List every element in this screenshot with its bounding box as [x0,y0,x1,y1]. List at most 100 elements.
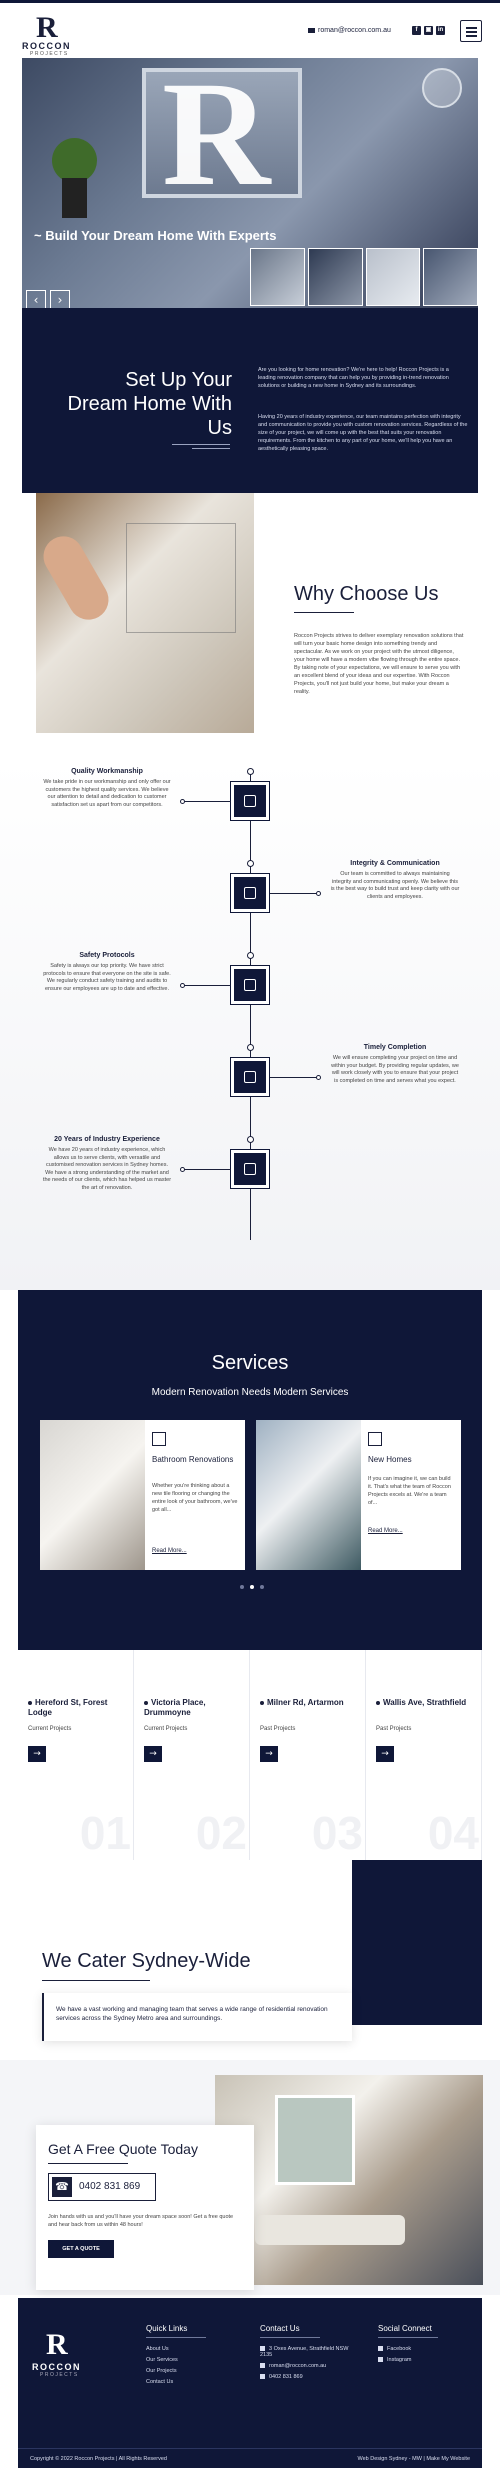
arrow-right-icon[interactable]: → [28,1746,46,1762]
timeline-dot [180,799,185,804]
hero-plant-image [52,138,97,183]
cater-text: We have a vast working and managing team… [56,2006,328,2022]
footer-link-contact[interactable]: Contact Us [146,2379,206,2385]
hero-lamp-image [422,68,462,108]
kitchen-sketch [126,523,236,633]
briefcase-icon [244,1163,256,1175]
footer-link-about[interactable]: About Us [146,2346,206,2352]
divider [378,2337,438,2338]
footer-address: 3 Oxes Avenue, Strathfield NSW 2135 [260,2346,360,2358]
sofa-image [255,2215,405,2245]
slider-dot[interactable] [240,1585,244,1589]
timeline-item: Integrity & Communication Our team is co… [330,860,460,901]
footer-link-projects[interactable]: Our Projects [146,2368,206,2374]
facebook-icon[interactable]: f [412,26,421,35]
footer-facebook-text: Facebook [387,2346,412,2352]
divider [42,1980,150,1981]
quick-links: Quick Links About Us Our Services Our Pr… [146,2324,206,2390]
hand-drawing [36,529,116,627]
arrow-right-icon[interactable]: → [376,1746,394,1762]
timeline-dot [316,891,321,896]
footer-email-text: roman@roccon.com.au [269,2363,327,2369]
footer-facebook[interactable]: Facebook [378,2346,438,2352]
phone-link[interactable]: ☎ 0402 831 869 [48,2173,156,2201]
site-logo[interactable]: R ROCCON PROJECTS [22,11,72,57]
project-status: Current Projects [28,1726,72,1732]
hero-plant-pot [62,178,87,218]
footer-instagram[interactable]: Instagram [378,2357,438,2363]
timeline-dot [247,860,254,867]
services-subtitle: Modern Renovation Needs Modern Services [151,1387,349,1398]
service-card[interactable]: Bathroom Renovations Whether you're thin… [40,1420,245,1570]
divider [146,2337,206,2338]
hero-thumbnail[interactable] [307,248,363,306]
project-number: 02 [195,1807,247,1859]
hero-thumbnail[interactable] [365,248,421,306]
divider [192,448,230,449]
project-card[interactable]: Milner Rd, Artarmon Past Projects → 03 [250,1650,366,1860]
logo-name: ROCCON [22,41,71,51]
hero-thumbnail[interactable] [250,248,305,306]
footer-email[interactable]: roman@roccon.com.au [260,2363,360,2369]
hero-logo-mark: R [162,58,271,217]
timeline-dot [247,768,254,775]
intro-paragraph: Are you looking for home renovation? We'… [258,367,449,389]
divider [260,2337,320,2338]
instagram-icon[interactable]: ▣ [424,26,433,35]
timeline-item-title: Integrity & Communication [350,860,440,867]
timeline-item-text: Our team is committed to always maintain… [330,871,460,900]
hero-tagline: ~ Build Your Dream Home With Experts [34,228,277,243]
logo-sub: PROJECTS [30,51,69,57]
project-card[interactable]: Hereford St, Forest Lodge Current Projec… [18,1650,134,1860]
slider-dot[interactable] [260,1585,264,1589]
project-title: Hereford St, Forest Lodge [28,1698,123,1718]
slider-next-button[interactable]: › [50,290,70,308]
site-header: R ROCCON PROJECTS roman@roccon.com.au f … [0,0,500,58]
mail-icon [260,2363,265,2369]
footer-address-text: 3 Oxes Avenue, Strathfield NSW 2135 [260,2346,349,2358]
timeline-item-title: Quality Workmanship [71,768,143,775]
timeline-item: 20 Years of Industry Experience We have … [42,1136,172,1192]
project-number: 01 [79,1807,131,1859]
footer-phone[interactable]: 0402 831 869 [260,2374,360,2380]
slider-prev-button[interactable]: ‹ [26,290,46,308]
timeline-item-text: We have 20 years of industry experience,… [42,1147,172,1191]
timeline-item: Timely Completion We will ensure complet… [330,1044,460,1085]
timeline-item-title: Safety Protocols [79,952,135,959]
header-email[interactable]: roman@roccon.com.au [308,27,391,34]
project-card[interactable]: Victoria Place, Drummoyne Current Projec… [134,1650,250,1860]
arrow-right-icon[interactable]: → [260,1746,278,1762]
hero-thumbnail[interactable] [423,248,478,306]
why-choose-image [36,493,254,733]
footer-link-services[interactable]: Our Services [146,2357,206,2363]
arrow-right-icon[interactable]: → [144,1746,162,1762]
linkedin-icon[interactable]: in [436,26,445,35]
footer-logo[interactable]: R ROCCON PROJECTS [32,2328,81,2378]
phone-icon [260,2374,265,2380]
living-room-image [215,2075,483,2285]
logo-sub: PROJECTS [40,2372,79,2378]
timeline-dot [180,983,185,988]
timeline-connector [183,1169,231,1170]
read-more-link[interactable]: Read More... [152,1548,187,1554]
projects-list: Hereford St, Forest Lodge Current Projec… [18,1650,482,1860]
service-card[interactable]: New Homes If you can imagine it, we can … [256,1420,461,1570]
get-quote-button[interactable]: GET A QUOTE [48,2240,114,2258]
safety-icon [230,965,270,1005]
timeline-item-text: We will ensure completing your project o… [331,1055,459,1084]
designer-credit[interactable]: Web Design Sydney - MW | Make My Website [358,2456,470,2462]
timeline-connector [270,1077,318,1078]
menu-icon-bar [466,31,477,33]
read-more-link[interactable]: Read More... [368,1528,403,1534]
services-section: Services Modern Renovation Needs Modern … [18,1290,482,1650]
menu-button[interactable] [460,20,482,42]
location-icon [260,2346,265,2352]
timeline-connector [183,985,231,986]
project-card[interactable]: Wallis Ave, Strathfield Past Projects → … [366,1650,482,1860]
services-title: Services [211,1352,289,1374]
logo-letter: R [46,2328,68,2361]
slider-dot-active[interactable] [250,1585,254,1589]
site-footer: R ROCCON PROJECTS Quick Links About Us O… [18,2298,482,2468]
project-number: 03 [311,1807,363,1859]
safety-kit-icon [244,979,256,991]
